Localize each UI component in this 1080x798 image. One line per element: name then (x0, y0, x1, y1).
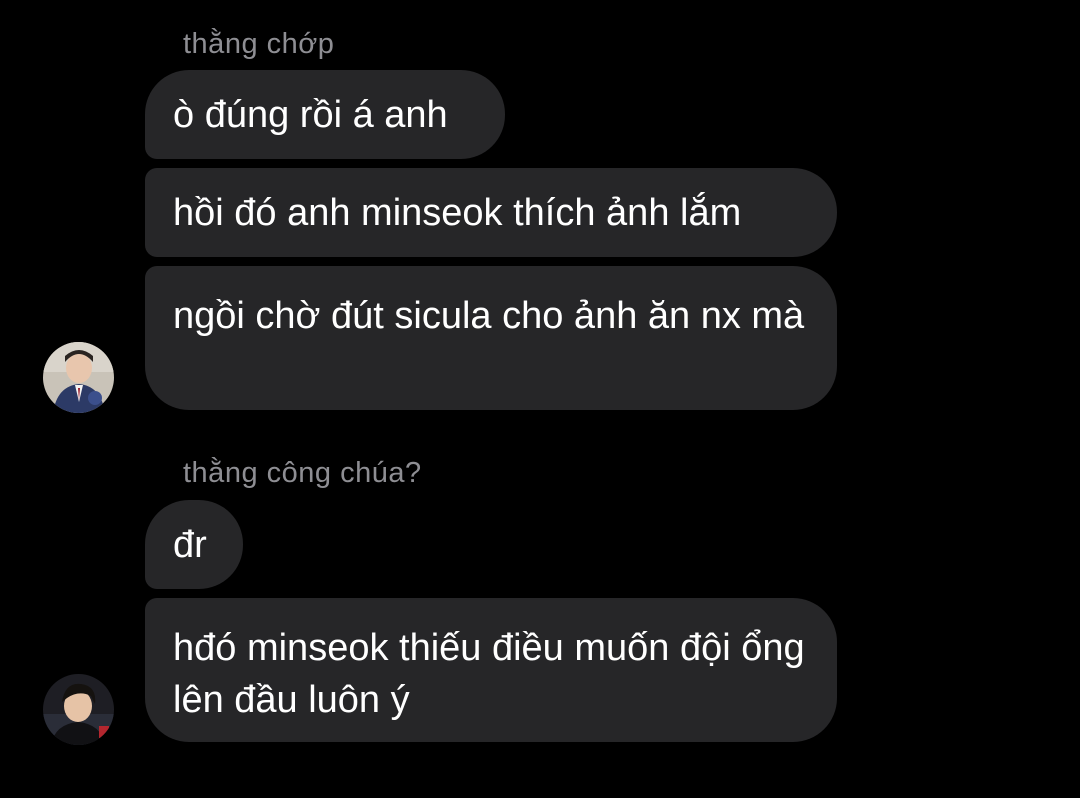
message-text: hđó minseok thiếu điều muốn đội ổng lên … (173, 627, 805, 721)
avatar-photo-icon (43, 342, 114, 413)
avatar[interactable] (43, 342, 114, 413)
message-text: ngồi chờ đút sicula cho ảnh ăn nx mà (173, 295, 805, 337)
message-bubble[interactable]: hđó minseok thiếu điều muốn đội ổng lên … (145, 598, 837, 742)
message-text: đr (173, 523, 207, 566)
message-bubble[interactable]: ò đúng rồi á anh (145, 70, 505, 159)
message-bubble[interactable]: ngồi chờ đút sicula cho ảnh ăn nx mà (145, 266, 837, 410)
avatar[interactable] (43, 674, 114, 745)
message-bubble[interactable]: đr (145, 500, 243, 589)
sender-name: thằng công chúa? (183, 457, 422, 489)
message-bubble[interactable]: hồi đó anh minseok thích ảnh lắm (145, 168, 837, 257)
message-text: ò đúng rồi á anh (173, 93, 448, 136)
avatar-photo-icon (43, 674, 114, 745)
sender-name: thằng chớp (183, 28, 335, 60)
message-text: hồi đó anh minseok thích ảnh lắm (173, 191, 742, 234)
